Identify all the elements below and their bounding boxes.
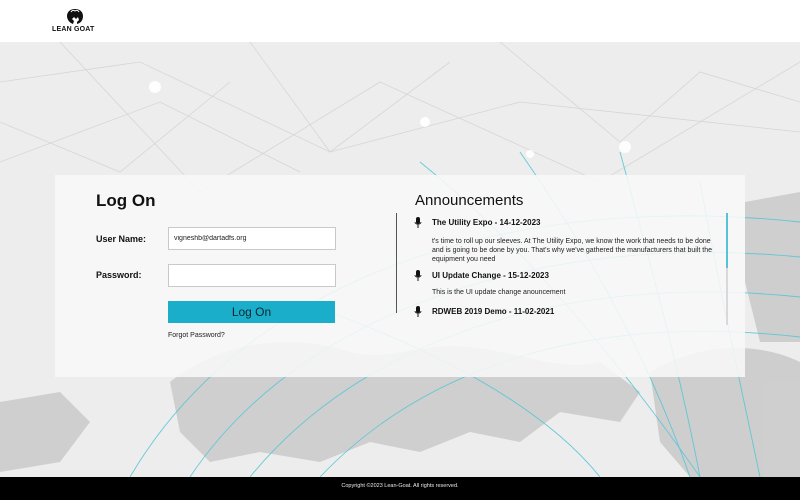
goat-logo-icon: [67, 9, 83, 24]
announcement-header: UI Update Change - 15-12-2023: [410, 270, 720, 282]
brand-name: LEAN GOAT: [52, 26, 95, 33]
brand-logo[interactable]: LEAN GOAT: [52, 8, 100, 36]
announcements-title: Announcements: [415, 192, 524, 209]
top-header: LEAN GOAT: [0, 0, 800, 42]
announcements-scroll-thumb[interactable]: [726, 213, 728, 268]
microphone-icon: [414, 306, 422, 317]
log-on-button[interactable]: Log On: [168, 301, 335, 323]
username-label: User Name:: [96, 234, 147, 244]
page-footer: Copyright ©2023 Lean-Goat. All rights re…: [0, 477, 800, 500]
announcement-title: UI Update Change - 15-12-2023: [432, 271, 549, 280]
microphone-icon: [414, 217, 422, 228]
announcements-list[interactable]: The Utility Expo - 14-12-2023 t's time t…: [410, 213, 728, 325]
announcement-body: t's time to roll up our sleeves. At The …: [432, 238, 712, 263]
announcement-header: RDWEB 2019 Demo - 11-02-2021: [410, 306, 720, 318]
announcement-header: The Utility Expo - 14-12-2023: [410, 217, 720, 229]
announcement-title: The Utility Expo - 14-12-2023: [432, 218, 541, 227]
announcements-divider: [396, 213, 397, 313]
login-title: Log On: [96, 191, 156, 210]
microphone-icon: [414, 270, 422, 281]
copyright-text: Copyright ©2023 Lean-Goat. All rights re…: [341, 483, 459, 489]
announcement-body: This is the UI update change anouncement: [432, 289, 566, 296]
forgot-password-link[interactable]: Forgot Password?: [168, 332, 225, 339]
announcement-title: RDWEB 2019 Demo - 11-02-2021: [432, 307, 555, 316]
username-input[interactable]: [168, 227, 336, 250]
password-input[interactable]: [168, 264, 336, 287]
password-label: Password:: [96, 270, 142, 280]
